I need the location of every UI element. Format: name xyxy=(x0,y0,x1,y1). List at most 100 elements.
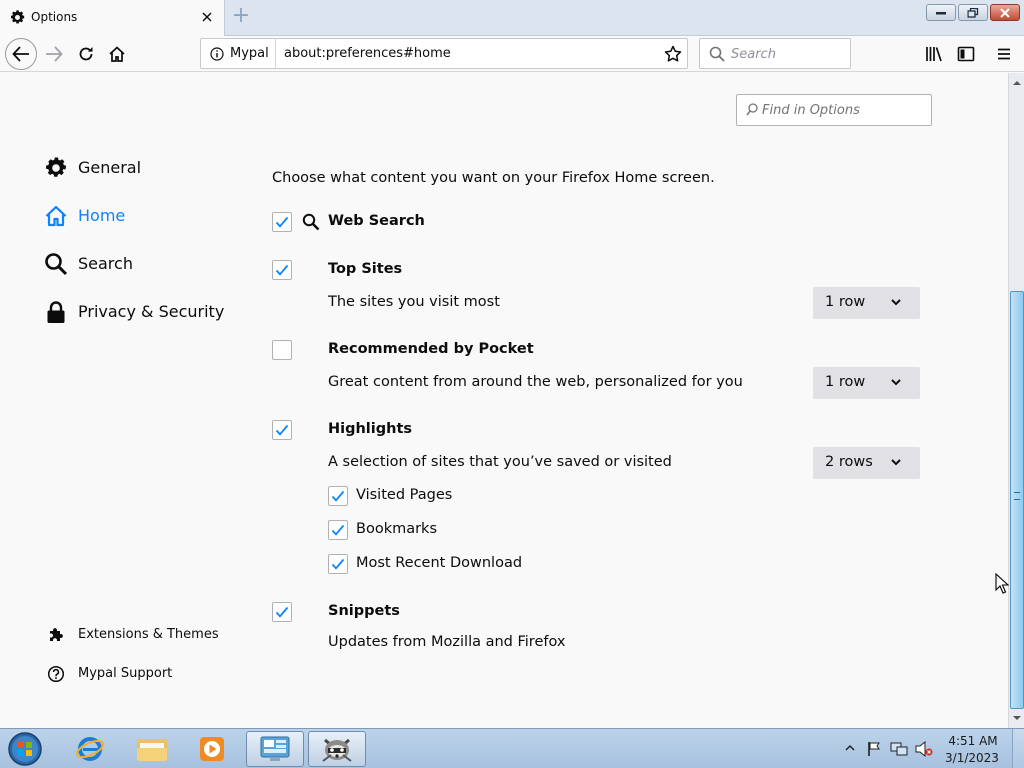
scroll-up-arrow-icon[interactable] xyxy=(1011,76,1023,90)
search-placeholder: Search xyxy=(731,47,776,62)
lock-icon xyxy=(44,300,68,324)
highlights-label: Highlights xyxy=(328,421,413,437)
tab-options[interactable]: Options xyxy=(0,0,225,36)
bookmark-star-icon[interactable] xyxy=(664,45,682,63)
taskbar-mypal[interactable] xyxy=(308,731,366,767)
clock-time[interactable]: 4:51 AM xyxy=(945,734,1001,748)
url-text[interactable]: about:preferences#home xyxy=(284,46,451,61)
start-button[interactable] xyxy=(6,731,44,767)
reload-button[interactable] xyxy=(72,40,100,68)
home-intro-text: Choose what content you want on your Fir… xyxy=(272,170,715,186)
scrollbar-thumb[interactable] xyxy=(1010,291,1024,709)
snippets-label: Snippets xyxy=(328,603,400,619)
search-icon xyxy=(44,252,68,276)
menu-button[interactable] xyxy=(990,40,1018,68)
chevron-down-icon xyxy=(891,459,901,466)
extensions-themes-label: Extensions & Themes xyxy=(78,627,219,642)
taskbar-media-player[interactable] xyxy=(184,731,240,767)
internet-explorer-icon xyxy=(76,737,104,761)
taskbar-control-panel[interactable] xyxy=(246,731,304,767)
category-label: Privacy & Security xyxy=(78,302,225,321)
volume-muted-icon[interactable] xyxy=(915,741,933,757)
extensions-themes-link[interactable]: Extensions & Themes xyxy=(47,625,247,645)
snippets-description: Updates from Mozilla and Firefox xyxy=(328,634,566,650)
forward-button[interactable] xyxy=(40,40,68,68)
library-button[interactable] xyxy=(920,40,948,68)
highlights-rows-select[interactable]: 2 rows xyxy=(813,447,920,479)
scroll-down-arrow-icon[interactable] xyxy=(1011,711,1023,725)
taskbar-explorer[interactable] xyxy=(124,731,180,767)
chevron-down-icon xyxy=(891,299,901,306)
category-home[interactable]: Home xyxy=(44,202,244,232)
visited-pages-checkbox[interactable] xyxy=(328,486,348,506)
tab-title: Options xyxy=(31,10,78,24)
new-tab-button[interactable]: + xyxy=(229,5,253,28)
select-value: 1 row xyxy=(825,294,866,310)
grip-icon xyxy=(1014,492,1020,500)
pocket-label: Recommended by Pocket xyxy=(328,341,534,357)
recent-download-label: Most Recent Download xyxy=(356,555,523,571)
chevron-down-icon xyxy=(891,379,901,386)
minimize-button[interactable] xyxy=(926,4,956,21)
top-sites-description: The sites you visit most xyxy=(328,294,500,310)
search-icon xyxy=(746,103,758,116)
category-label: Search xyxy=(78,254,133,273)
pocket-checkbox[interactable] xyxy=(272,340,292,360)
search-bar[interactable]: Search xyxy=(699,38,851,69)
search-icon xyxy=(302,213,320,231)
media-player-icon xyxy=(200,737,224,761)
puzzle-icon xyxy=(47,626,65,644)
info-icon xyxy=(210,47,224,61)
pocket-description: Great content from around the web, perso… xyxy=(328,374,743,390)
back-button[interactable] xyxy=(5,38,37,70)
sidebar-button[interactable] xyxy=(952,40,980,68)
restore-button[interactable] xyxy=(958,4,988,21)
category-privacy-security[interactable]: Privacy & Security xyxy=(44,298,244,328)
home-button[interactable] xyxy=(103,40,131,68)
mouse-cursor-icon xyxy=(995,573,1009,594)
vertical-scrollbar[interactable] xyxy=(1008,73,1024,728)
control-panel-icon xyxy=(260,736,290,761)
show-hidden-icons-icon[interactable] xyxy=(845,744,855,752)
action-center-flag-icon[interactable] xyxy=(866,741,882,757)
find-in-options-input[interactable]: Find in Options xyxy=(736,94,932,126)
top-sites-rows-select[interactable]: 1 row xyxy=(813,287,920,319)
pocket-rows-select[interactable]: 1 row xyxy=(813,367,920,399)
identity-box[interactable]: Mypal xyxy=(201,39,276,68)
highlights-description: A selection of sites that you’ve saved o… xyxy=(328,454,672,470)
category-general[interactable]: General xyxy=(44,154,244,184)
taskbar: 4:51 AM 3/1/2023 xyxy=(0,728,1024,768)
bookmarks-checkbox[interactable] xyxy=(328,520,348,540)
support-label: Mypal Support xyxy=(78,666,173,681)
tab-strip: Options + xyxy=(0,0,1024,36)
clock-date[interactable]: 3/1/2023 xyxy=(942,751,1002,765)
category-search[interactable]: Search xyxy=(44,250,244,280)
close-tab-icon[interactable] xyxy=(199,9,215,25)
taskbar-internet-explorer[interactable] xyxy=(62,731,118,767)
close-window-button[interactable] xyxy=(990,4,1020,21)
folder-icon xyxy=(137,739,167,761)
highlights-checkbox[interactable] xyxy=(272,420,292,440)
select-value: 2 rows xyxy=(825,454,873,470)
identity-label: Mypal xyxy=(230,46,269,61)
category-label: Home xyxy=(78,206,126,225)
support-link[interactable]: Mypal Support xyxy=(47,664,247,684)
gear-icon xyxy=(9,9,26,26)
home-icon xyxy=(44,204,68,228)
gear-icon xyxy=(44,156,68,180)
visited-pages-label: Visited Pages xyxy=(356,487,453,503)
raccoon-icon xyxy=(322,738,352,762)
snippets-checkbox[interactable] xyxy=(272,602,292,622)
preferences-page: Find in Options General Home Search Priv… xyxy=(0,73,1008,728)
web-search-label: Web Search xyxy=(328,213,425,229)
show-desktop-button[interactable] xyxy=(1012,729,1024,768)
network-icon[interactable] xyxy=(890,741,908,757)
web-search-checkbox[interactable] xyxy=(272,212,292,232)
top-sites-checkbox[interactable] xyxy=(272,260,292,280)
select-value: 1 row xyxy=(825,374,866,390)
navigation-toolbar: Mypal about:preferences#home Search xyxy=(0,36,1024,72)
category-label: General xyxy=(78,158,142,177)
url-bar[interactable]: Mypal about:preferences#home xyxy=(200,38,688,69)
search-icon xyxy=(709,46,725,62)
recent-download-checkbox[interactable] xyxy=(328,554,348,574)
